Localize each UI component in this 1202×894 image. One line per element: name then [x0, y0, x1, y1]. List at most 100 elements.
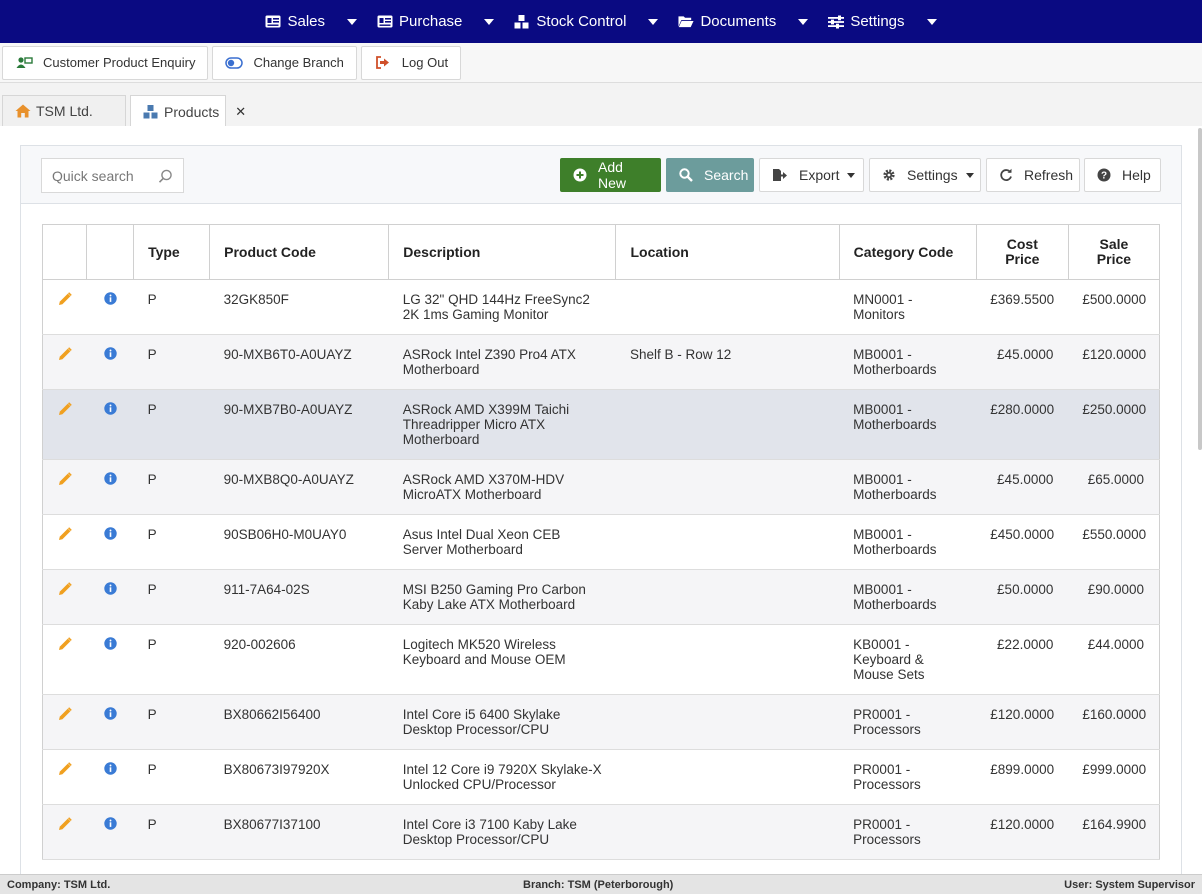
- table-row[interactable]: P BX80673I97920X Intel 12 Core i9 7920X Sk…: [41, 749, 1161, 805]
- menu-purchase-label: Purchase: [399, 13, 463, 30]
- pencil-icon[interactable]: [58, 817, 72, 834]
- tab-products[interactable]: Products ✕: [130, 95, 246, 127]
- info-cell: [86, 694, 134, 750]
- pencil-icon[interactable]: [58, 402, 72, 419]
- cell-sale: £120.0000: [1068, 334, 1161, 390]
- cell-type: P: [133, 694, 210, 750]
- cell-location: [615, 569, 840, 625]
- help-button[interactable]: ? Help: [1084, 158, 1161, 192]
- table-row[interactable]: P BX80677I37100 Intel Core i3 7100 Kaby La…: [41, 804, 1161, 860]
- table-row[interactable]: P 32GK850F LG 32" QHD 144Hz FreeSync2 2K 1…: [41, 279, 1161, 335]
- cell-category: MB0001 - Motherboards: [839, 334, 977, 390]
- header-description[interactable]: Description: [388, 224, 617, 280]
- info-icon[interactable]: [103, 762, 117, 778]
- quick-search[interactable]: [41, 158, 184, 193]
- sliders-icon: [828, 15, 845, 29]
- menu-settings-label: Settings: [850, 13, 905, 30]
- header-category-code[interactable]: Category Code: [838, 224, 977, 280]
- cell-cost: £120.0000: [976, 804, 1069, 860]
- status-user: User: System Supervisor: [1064, 879, 1195, 891]
- refresh-button[interactable]: Refresh: [986, 158, 1080, 192]
- info-icon[interactable]: [103, 582, 117, 598]
- info-icon[interactable]: [103, 292, 117, 308]
- table-row[interactable]: P 90SB06H0-M0UAY0 Asus Intel Dual Xeon CEB…: [41, 514, 1161, 570]
- log-out-button[interactable]: Log Out: [360, 45, 462, 80]
- info-cell: [86, 334, 134, 390]
- search-icon: [158, 169, 173, 187]
- chevron-down-icon: [798, 18, 809, 25]
- cell-code: BX80662I56400: [209, 694, 389, 750]
- toggle-icon: [225, 56, 244, 70]
- cell-code: 920-002606: [209, 624, 389, 695]
- table-row[interactable]: P 911-7A64-02S MSI B250 Gaming Pro Carbon …: [41, 569, 1161, 625]
- export-dropdown[interactable]: Export: [759, 158, 864, 192]
- customer-product-enquiry-button[interactable]: Customer Product Enquiry: [2, 45, 209, 80]
- cell-code: 90-MXB7B0-A0UAYZ: [209, 389, 389, 460]
- quick-search-input[interactable]: [52, 167, 152, 184]
- pencil-icon[interactable]: [58, 582, 72, 599]
- table-row[interactable]: P 90-MXB8Q0-A0UAYZ ASRock AMD X370M-HDV Mi…: [41, 459, 1161, 515]
- chevron-down-icon: [484, 18, 495, 25]
- info-icon[interactable]: [103, 707, 117, 723]
- info-icon[interactable]: [103, 817, 117, 833]
- pencil-icon[interactable]: [58, 472, 72, 489]
- info-icon[interactable]: [103, 637, 117, 653]
- cell-code: 32GK850F: [209, 279, 389, 335]
- table-row[interactable]: P 90-MXB6T0-A0UAYZ ASRock Intel Z390 Pro4 …: [41, 334, 1161, 390]
- main-content: Add New Search Export Settings: [0, 126, 1202, 885]
- close-icon[interactable]: ✕: [235, 104, 246, 120]
- header-sale-price[interactable]: Sale Price: [1067, 224, 1161, 280]
- settings-dropdown[interactable]: Settings: [869, 158, 981, 192]
- change-branch-button[interactable]: Change Branch: [212, 45, 357, 80]
- add-new-button[interactable]: Add New: [560, 158, 661, 192]
- tab-home[interactable]: TSM Ltd.: [2, 95, 126, 126]
- header-product-code[interactable]: Product Code: [209, 224, 390, 280]
- cell-sale: £65.0000: [1068, 459, 1161, 515]
- cell-sale: £250.0000: [1068, 389, 1161, 460]
- pencil-icon[interactable]: [58, 527, 72, 544]
- header-type[interactable]: Type: [133, 224, 211, 280]
- vertical-scrollbar[interactable]: [1198, 128, 1202, 450]
- chevron-down-icon: [648, 18, 659, 25]
- menu-settings[interactable]: Settings: [818, 0, 946, 43]
- cell-description: Logitech MK520 Wireless Keyboard and Mou…: [388, 624, 616, 695]
- cell-category: PR0001 - Processors: [839, 804, 977, 860]
- menu-stock-control[interactable]: Stock Control: [504, 0, 668, 43]
- pencil-icon[interactable]: [58, 762, 72, 779]
- chevron-down-icon: [847, 172, 856, 178]
- info-cell: [86, 624, 134, 695]
- tab-home-label: TSM Ltd.: [36, 103, 93, 119]
- pencil-icon[interactable]: [58, 637, 72, 654]
- edit-cell: [41, 804, 87, 860]
- menu-purchase[interactable]: Purchase: [367, 0, 504, 43]
- cell-code: 90-MXB8Q0-A0UAYZ: [209, 459, 389, 515]
- search-button[interactable]: Search: [666, 158, 754, 192]
- header-cost-price[interactable]: Cost Price: [975, 224, 1069, 280]
- cell-location: [615, 459, 840, 515]
- info-icon[interactable]: [103, 402, 117, 418]
- user-box-icon: [15, 56, 33, 70]
- pencil-icon[interactable]: [58, 707, 72, 724]
- cell-description: Intel Core i3 7100 Kaby Lake Desktop Pro…: [388, 804, 616, 860]
- info-icon[interactable]: [103, 347, 117, 363]
- cell-cost: £45.0000: [976, 459, 1069, 515]
- folder-open-icon: [678, 15, 694, 29]
- cell-description: MSI B250 Gaming Pro Carbon Kaby Lake ATX…: [388, 569, 616, 625]
- info-cell: [86, 569, 134, 625]
- table-row[interactable]: P BX80662I56400 Intel Core i5 6400 Skylake…: [41, 694, 1161, 750]
- cell-location: [615, 514, 840, 570]
- menu-sales[interactable]: Sales: [255, 0, 367, 43]
- cell-description: ASRock AMD X399M Taichi Threadripper Mic…: [388, 389, 616, 460]
- header-location[interactable]: Location: [615, 224, 840, 280]
- pencil-icon[interactable]: [58, 292, 72, 309]
- menu-documents[interactable]: Documents: [668, 0, 818, 43]
- cell-location: [615, 694, 840, 750]
- table-row[interactable]: P 920-002606 Logitech MK520 Wireless Keybo…: [41, 624, 1161, 695]
- pencil-icon[interactable]: [58, 347, 72, 364]
- table-row[interactable]: P 90-MXB7B0-A0UAYZ ASRock AMD X399M Taichi…: [41, 389, 1161, 460]
- info-cell: [86, 749, 134, 805]
- info-icon[interactable]: [103, 472, 117, 488]
- cell-location: [615, 624, 840, 695]
- edit-cell: [41, 624, 87, 695]
- info-icon[interactable]: [103, 527, 117, 543]
